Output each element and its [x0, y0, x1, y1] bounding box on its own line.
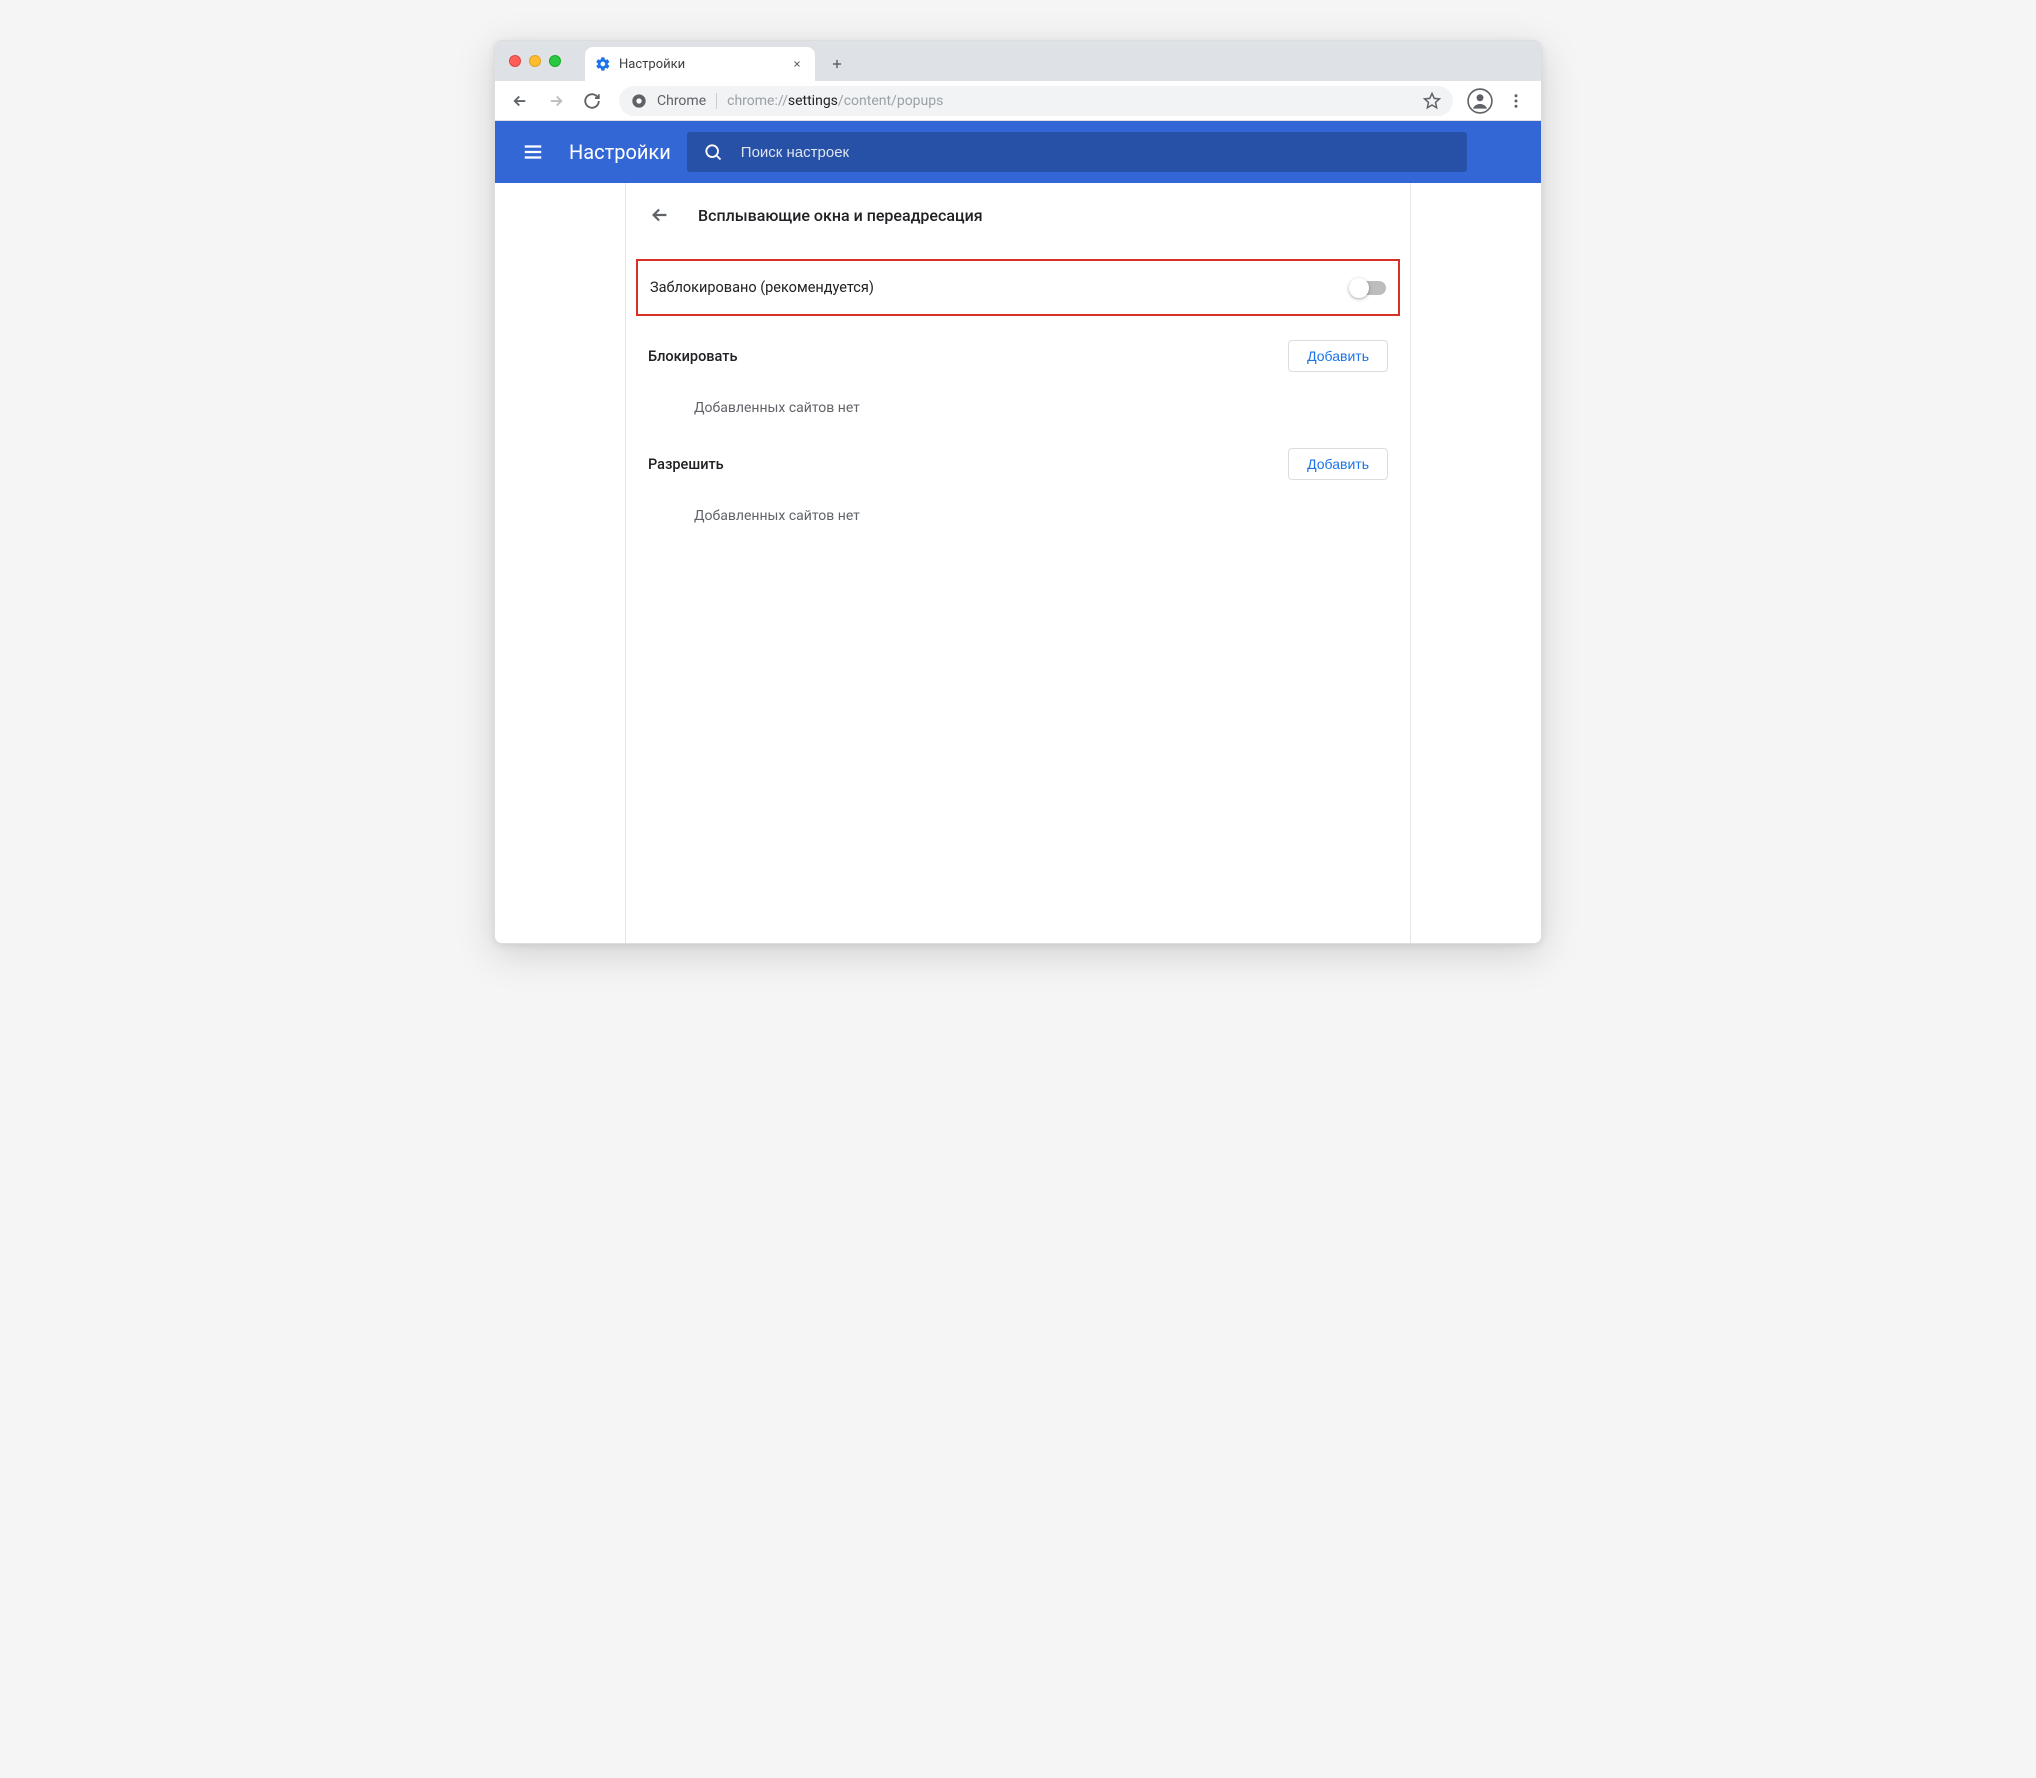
kebab-menu-button[interactable]: [1501, 86, 1531, 116]
window-controls: [509, 55, 561, 67]
search-icon: [703, 142, 723, 162]
allow-add-button[interactable]: Добавить: [1288, 448, 1388, 480]
panel-title: Всплывающие окна и переадресация: [698, 206, 983, 225]
allow-empty-message: Добавленных сайтов нет: [648, 480, 1388, 532]
close-tab-button[interactable]: [789, 56, 805, 72]
window-minimize-button[interactable]: [529, 55, 541, 67]
block-section: Блокировать Добавить Добавленных сайтов …: [626, 316, 1410, 424]
window-maximize-button[interactable]: [549, 55, 561, 67]
bookmark-star-icon[interactable]: [1423, 92, 1441, 110]
chrome-icon: [631, 93, 647, 109]
forward-button[interactable]: [541, 86, 571, 116]
popup-block-toggle[interactable]: [1352, 281, 1386, 295]
back-button[interactable]: [505, 86, 535, 116]
allow-section: Разрешить Добавить Добавленных сайтов не…: [626, 424, 1410, 532]
panel-header: Всплывающие окна и переадресация: [626, 183, 1410, 243]
toggle-label: Заблокировано (рекомендуется): [650, 279, 874, 296]
gear-icon: [595, 56, 611, 72]
browser-toolbar: Chrome chrome://settings/content/popups: [495, 81, 1541, 121]
block-section-title: Блокировать: [648, 348, 737, 365]
popup-block-toggle-row: Заблокировано (рекомендуется): [636, 259, 1400, 316]
tabs-area: Настройки: [585, 41, 851, 81]
reload-button[interactable]: [577, 86, 607, 116]
browser-window: Настройки Chrome: [494, 40, 1542, 944]
settings-page-body: Всплывающие окна и переадресация Заблоки…: [495, 183, 1541, 943]
settings-search-bar[interactable]: [687, 132, 1467, 172]
tab-title: Настройки: [619, 57, 781, 72]
panel-back-button[interactable]: [646, 201, 674, 229]
tab-settings[interactable]: Настройки: [585, 47, 815, 81]
block-add-button[interactable]: Добавить: [1288, 340, 1388, 372]
new-tab-button[interactable]: [823, 50, 851, 78]
profile-avatar-button[interactable]: [1465, 86, 1495, 116]
omnibox-divider: [716, 93, 717, 109]
hamburger-menu-button[interactable]: [513, 132, 553, 172]
omnibox-url: chrome://settings/content/popups: [727, 93, 1413, 109]
allow-section-title: Разрешить: [648, 456, 724, 473]
settings-header: Настройки: [495, 121, 1541, 183]
tab-strip: Настройки: [495, 41, 1541, 81]
omnibox-label: Chrome: [657, 93, 706, 109]
toggle-knob: [1349, 278, 1369, 298]
settings-panel: Всплывающие окна и переадресация Заблоки…: [625, 183, 1411, 943]
settings-search-input[interactable]: [741, 144, 1451, 161]
address-bar[interactable]: Chrome chrome://settings/content/popups: [619, 86, 1453, 116]
window-close-button[interactable]: [509, 55, 521, 67]
block-empty-message: Добавленных сайтов нет: [648, 372, 1388, 424]
settings-app-title: Настройки: [569, 140, 671, 164]
